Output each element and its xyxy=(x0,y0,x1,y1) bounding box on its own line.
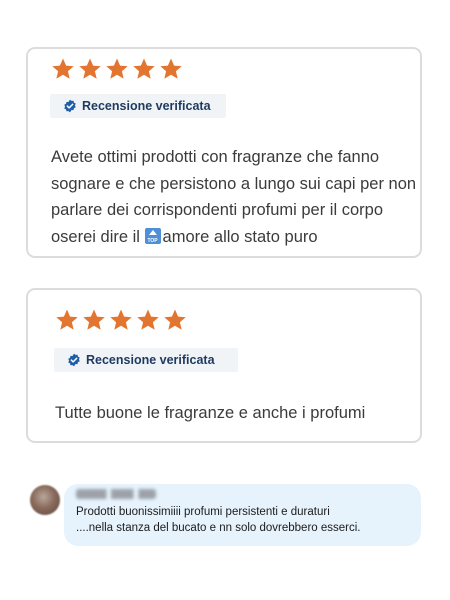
commenter-name-blurred xyxy=(76,489,156,499)
comment-bubble: Prodotti buonissimiiii profumi persisten… xyxy=(64,484,421,546)
verified-label: Recensione verificata xyxy=(82,99,211,113)
star-icon xyxy=(83,309,105,330)
star-icon xyxy=(110,309,132,330)
verified-badge: Recensione verificata xyxy=(50,94,226,118)
star-icon xyxy=(164,309,186,330)
star-icon xyxy=(133,58,155,79)
star-icon xyxy=(56,309,78,330)
star-icon xyxy=(79,58,101,79)
review-card: Recensione verificata Tutte buone le fra… xyxy=(26,288,422,443)
top-arrow-emoji-icon: TOP xyxy=(144,227,161,244)
review-text-part: amore allo stato puro xyxy=(162,227,318,246)
comment-line: ....nella stanza del bucato e nn solo do… xyxy=(76,522,361,534)
review-card: Recensione verificata Avete ottimi prodo… xyxy=(26,47,422,258)
review-text: Avete ottimi prodotti con fragranze che … xyxy=(51,144,421,250)
verified-check-icon xyxy=(68,353,80,367)
star-rating xyxy=(55,308,187,332)
review-text: Tutte buone le fragranze e anche i profu… xyxy=(55,404,366,422)
comment-text: Prodotti buonissimiiii profumi persisten… xyxy=(76,504,416,536)
star-rating xyxy=(51,57,183,81)
comment-line: Prodotti buonissimiiii profumi persisten… xyxy=(76,506,330,518)
verified-badge: Recensione verificata xyxy=(54,348,238,372)
verified-check-icon xyxy=(64,99,76,113)
avatar xyxy=(30,485,60,515)
star-icon xyxy=(106,58,128,79)
star-icon xyxy=(160,58,182,79)
star-icon xyxy=(52,58,74,79)
star-icon xyxy=(137,309,159,330)
verified-label: Recensione verificata xyxy=(86,353,215,367)
